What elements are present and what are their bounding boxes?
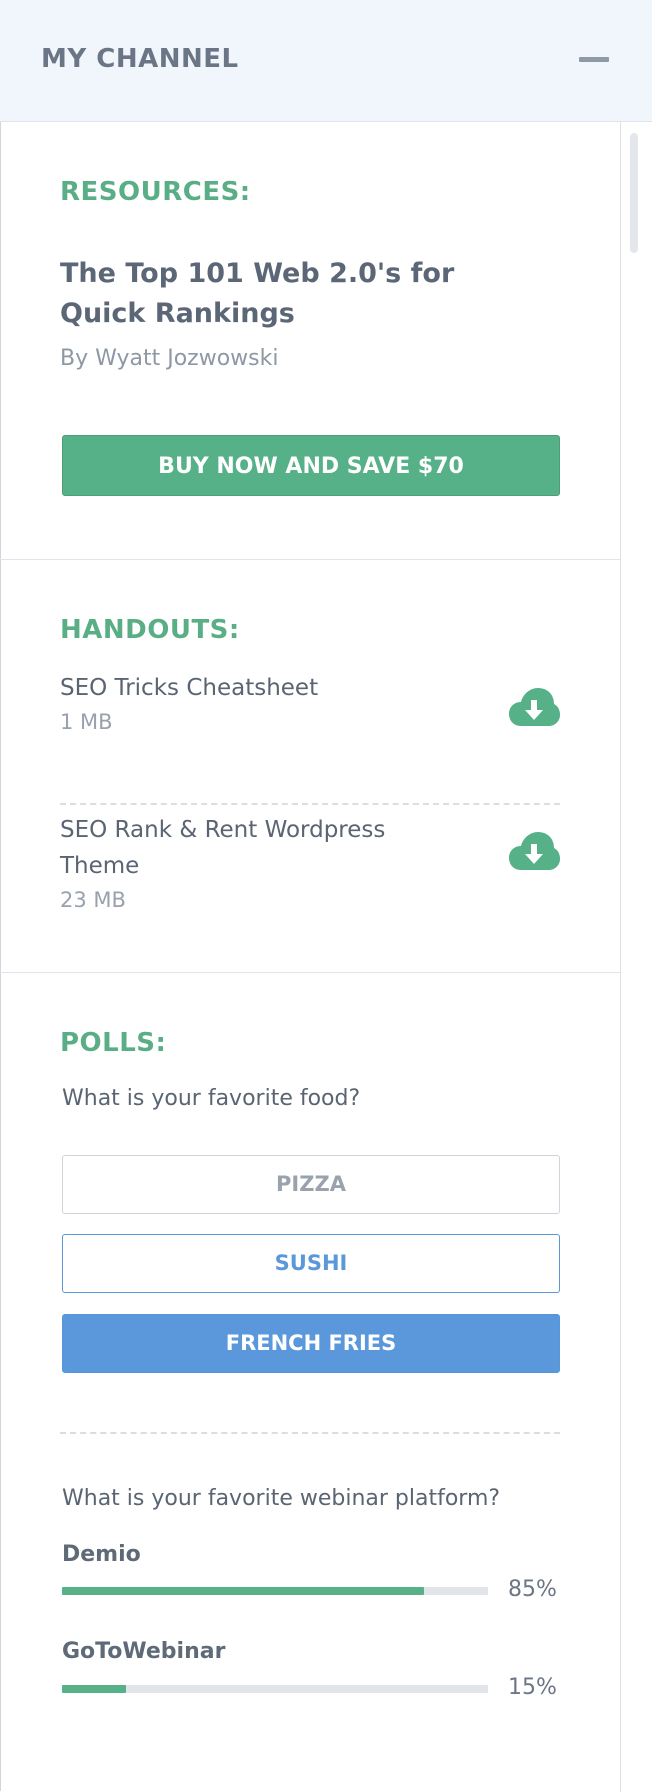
poll-result-fill (62, 1685, 126, 1693)
resource-title: The Top 101 Web 2.0's for Quick Rankings (60, 258, 455, 329)
handouts-section: HANDOUTS: SEO Tricks Cheatsheet 1 MB SEO… (0, 560, 620, 973)
resource-author: By Wyatt Jozwowski (60, 346, 279, 371)
poll-option-french-fries[interactable]: FRENCH FRIES (62, 1314, 560, 1373)
handout-size: 23 MB (60, 888, 126, 912)
resources-section: RESOURCES: The Top 101 Web 2.0's for Qui… (0, 122, 620, 560)
scrollbar-thumb[interactable] (630, 133, 638, 253)
cloud-download-icon[interactable] (508, 830, 560, 872)
handout-name: SEO Rank & Rent Wordpress Theme (60, 817, 386, 879)
handout-item[interactable]: SEO Rank & Rent Wordpress Theme 23 MB (60, 812, 560, 912)
poll-option-sushi[interactable]: SUSHI (62, 1234, 560, 1293)
handout-size: 1 MB (60, 710, 113, 734)
panel-header: MY CHANNEL (0, 0, 652, 122)
poll-result-bar (62, 1685, 488, 1693)
buy-now-button[interactable]: BUY NOW AND SAVE $70 (62, 435, 560, 496)
polls-section: POLLS: What is your favorite food? PIZZA… (0, 973, 620, 1792)
poll-divider (60, 1432, 560, 1434)
polls-heading: POLLS: (60, 1028, 167, 1058)
poll-result-label: Demio (62, 1542, 141, 1567)
cloud-download-icon[interactable] (508, 686, 560, 728)
panel-title: MY CHANNEL (41, 44, 239, 74)
handout-divider (60, 803, 560, 805)
poll-result-percent: 15% (508, 1675, 557, 1700)
poll-result-fill (62, 1587, 425, 1595)
poll-option-pizza[interactable]: PIZZA (62, 1155, 560, 1214)
poll-result-percent: 85% (508, 1577, 557, 1602)
handout-item[interactable]: SEO Tricks Cheatsheet 1 MB (60, 670, 560, 734)
collapse-icon[interactable] (579, 57, 609, 62)
handout-name: SEO Tricks Cheatsheet (60, 675, 319, 701)
panel-content: RESOURCES: The Top 101 Web 2.0's for Qui… (0, 122, 621, 1792)
poll-result-label: GoToWebinar (62, 1639, 226, 1664)
resources-heading: RESOURCES: (60, 177, 251, 207)
poll-result-bar (62, 1587, 488, 1595)
poll-question: What is your favorite webinar platform? (62, 1486, 501, 1511)
poll-question: What is your favorite food? (62, 1086, 361, 1111)
handouts-heading: HANDOUTS: (60, 615, 240, 645)
scrollbar[interactable] (621, 122, 652, 1792)
